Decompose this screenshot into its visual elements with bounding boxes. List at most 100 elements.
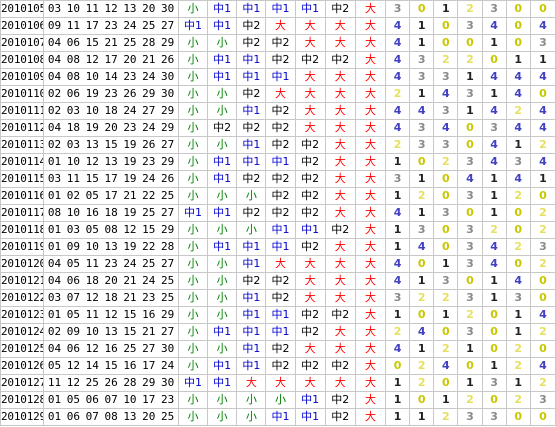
count-cell: 0 — [409, 153, 435, 171]
period-cell: 2010109 — [0, 68, 45, 86]
table-row: 2010106 09 11 17 23 24 25 27 中1 中1 中2 大大大大 4 1 0… — [0, 17, 556, 35]
size-label-cell: 小 — [207, 408, 238, 426]
count-cell: 0 — [505, 255, 531, 273]
count-cell: 1 — [505, 374, 531, 392]
count-cell: 1 — [385, 306, 411, 324]
size-label-cell: 中2 — [236, 272, 267, 290]
size-label-cell: 中1 — [236, 238, 267, 256]
table-body: 2010105 03 10 11 12 13 20 30 小中1 中1 中1 中1 中2 大 3… — [0, 0, 556, 426]
size-label-cell: 小 — [207, 255, 238, 273]
count-cell: 0 — [433, 187, 459, 205]
size-label-cell: 大 — [354, 153, 387, 171]
count-cell: 1 — [505, 51, 531, 69]
count-cell: 1 — [481, 272, 507, 290]
count-cell: 4 — [385, 102, 411, 120]
count-cell: 1 — [433, 306, 459, 324]
count-cell: 3 — [457, 187, 483, 205]
size-label-cell: 中1 — [236, 340, 267, 358]
count-cell: 2 — [529, 374, 556, 392]
count-cell: 4 — [529, 119, 556, 137]
size-label-cell: 中1 — [236, 306, 267, 324]
numbers-cell: 11 12 25 26 28 29 30 — [43, 374, 179, 392]
numbers-cell: 08 10 16 18 19 25 27 — [43, 204, 179, 222]
numbers-cell: 01 10 12 13 19 23 29 — [43, 153, 179, 171]
count-cell: 4 — [433, 357, 459, 375]
count-cell: 0 — [481, 340, 507, 358]
numbers-cell: 02 03 10 18 24 27 29 — [43, 102, 179, 120]
table-row: 2010125 04 06 12 16 25 27 30 小小中1 中2 大大大 4 1 2 1… — [0, 340, 556, 358]
count-cell: 0 — [529, 187, 556, 205]
period-cell: 2010124 — [0, 323, 45, 341]
count-cell: 2 — [457, 51, 483, 69]
size-label-cell: 中1 — [236, 289, 267, 307]
size-label-cell: 中2 — [236, 204, 267, 222]
size-label-cell: 中2 — [265, 272, 296, 290]
size-label-cell: 中1 — [265, 221, 296, 239]
count-cell: 0 — [457, 357, 483, 375]
count-cell: 1 — [385, 221, 411, 239]
count-cell: 3 — [385, 289, 411, 307]
size-label-cell: 中2 — [236, 34, 267, 52]
count-cell: 2 — [409, 187, 435, 205]
size-label-cell: 大 — [324, 204, 356, 222]
size-label-cell: 大 — [354, 289, 387, 307]
lottery-analysis-table: 2010105 03 10 11 12 13 20 30 小中1 中1 中1 中1 中2 大 3… — [0, 0, 556, 426]
count-cell: 4 — [409, 238, 435, 256]
table-row: 2010118 01 03 05 08 12 15 29 小小小中1 中1 中2 大 1 3 0… — [0, 221, 556, 239]
size-label-cell: 大 — [324, 323, 356, 341]
size-label-cell: 中2 — [265, 34, 296, 52]
size-label-cell: 中1 — [177, 374, 209, 392]
size-label-cell: 小 — [177, 221, 209, 239]
period-cell: 2010123 — [0, 306, 45, 324]
numbers-cell: 03 11 15 17 19 24 26 — [43, 170, 179, 188]
count-cell: 4 — [481, 255, 507, 273]
period-cell: 2010128 — [0, 391, 45, 409]
size-label-cell: 中1 — [294, 408, 326, 426]
count-cell: 1 — [409, 340, 435, 358]
table-row: 2010119 01 09 10 13 19 22 28 小中1 中1 中1 中2 大大 1 4… — [0, 238, 556, 256]
size-label-cell: 小 — [177, 85, 209, 103]
size-label-cell: 中2 — [265, 51, 296, 69]
count-cell: 2 — [433, 51, 459, 69]
count-cell: 0 — [433, 323, 459, 341]
count-cell: 2 — [457, 0, 483, 18]
count-cell: 4 — [529, 306, 556, 324]
count-cell: 0 — [505, 204, 531, 222]
count-cell: 4 — [481, 102, 507, 120]
count-cell: 0 — [481, 51, 507, 69]
size-label-cell: 小 — [207, 391, 238, 409]
table-row: 2010128 01 05 06 07 10 17 23 小小小小中1 中2 大 1 0 1 2… — [0, 391, 556, 409]
size-label-cell: 大 — [324, 170, 356, 188]
count-cell: 3 — [457, 153, 483, 171]
table-row: 2010116 01 02 05 17 21 22 25 小小小中2 中2 大大 1 2 0 3… — [0, 187, 556, 205]
period-cell: 2010119 — [0, 238, 45, 256]
count-cell: 2 — [433, 153, 459, 171]
size-label-cell: 中2 — [294, 153, 326, 171]
size-label-cell: 中1 — [236, 153, 267, 171]
count-cell: 2 — [433, 408, 459, 426]
count-cell: 0 — [481, 391, 507, 409]
size-label-cell: 大 — [354, 102, 387, 120]
count-cell: 2 — [505, 357, 531, 375]
size-label-cell: 中2 — [265, 187, 296, 205]
size-label-cell: 小 — [177, 238, 209, 256]
size-label-cell: 小 — [177, 136, 209, 154]
count-cell: 4 — [385, 119, 411, 137]
count-cell: 1 — [385, 374, 411, 392]
size-label-cell: 小 — [207, 102, 238, 120]
size-label-cell: 大 — [324, 238, 356, 256]
count-cell: 3 — [457, 85, 483, 103]
count-cell: 3 — [409, 136, 435, 154]
table-row: 2010110 02 06 19 23 26 29 30 小小中2 大大大大 2 1 4 3 1… — [0, 85, 556, 103]
count-cell: 4 — [529, 357, 556, 375]
size-label-cell: 中2 — [324, 306, 356, 324]
size-label-cell: 小 — [207, 187, 238, 205]
size-label-cell: 中1 — [236, 323, 267, 341]
size-label-cell: 中1 — [265, 153, 296, 171]
count-cell: 4 — [529, 102, 556, 120]
size-label-cell: 大 — [354, 204, 387, 222]
period-cell: 2010108 — [0, 51, 45, 69]
size-label-cell: 小 — [177, 340, 209, 358]
count-cell: 1 — [409, 170, 435, 188]
numbers-cell: 01 02 05 17 21 22 25 — [43, 187, 179, 205]
